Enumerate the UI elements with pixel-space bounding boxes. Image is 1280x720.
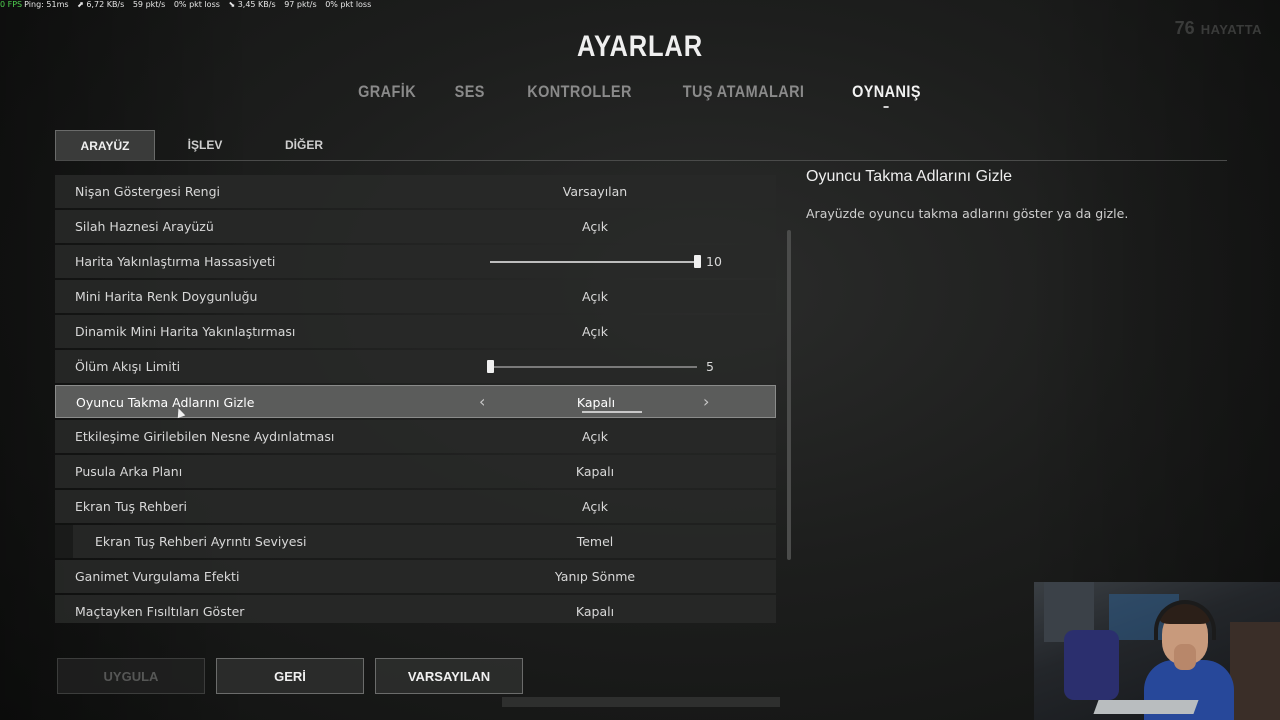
apply-button[interactable]: UYGULA — [57, 658, 205, 694]
page-title: AYARLAR — [577, 30, 703, 63]
setting-value[interactable]: Varsayılan — [495, 175, 695, 208]
setting-row[interactable]: Etkileşime Girilebilen Nesne Aydınlatmas… — [55, 420, 776, 453]
setting-value[interactable]: Açık — [495, 210, 695, 243]
setting-label: Nişan Göstergesi Rengi — [75, 184, 220, 199]
setting-label: Mini Harita Renk Doygunluğu — [75, 289, 258, 304]
setting-value[interactable]: Açık — [495, 315, 695, 348]
slider-thumb[interactable] — [694, 255, 701, 268]
download-rate: ⬊ 3,45 KB/s — [228, 0, 276, 9]
settings-scrollbar[interactable] — [787, 230, 791, 560]
setting-row[interactable]: Dinamik Mini Harita Yakınlaştırması Açık — [55, 315, 776, 348]
setting-value[interactable]: Yanıp Sönme — [495, 560, 695, 593]
setting-row-nested[interactable]: Ekran Tuş Rehberi Ayrıntı Seviyesi Temel — [55, 525, 776, 558]
tab-sound[interactable]: SES — [454, 82, 484, 102]
setting-label: Dinamik Mini Harita Yakınlaştırması — [75, 324, 296, 339]
download-packets: 97 pkt/s — [284, 0, 317, 9]
setting-label: Ganimet Vurgulama Efekti — [75, 569, 240, 584]
setting-label: Ekran Tuş Rehberi Ayrıntı Seviyesi — [95, 534, 307, 549]
death-feed-limit-slider[interactable] — [487, 360, 697, 373]
setting-value[interactable]: Kapalı — [495, 455, 695, 488]
setting-row[interactable]: Silah Haznesi Arayüzü Açık — [55, 210, 776, 243]
horizontal-scrollbar[interactable] — [502, 697, 780, 707]
setting-row[interactable]: Mini Harita Renk Doygunluğu Açık — [55, 280, 776, 313]
setting-value[interactable]: Kapalı — [496, 386, 696, 419]
value-indicator — [582, 411, 642, 413]
slider-fill — [490, 261, 697, 263]
slider-thumb[interactable] — [487, 360, 494, 373]
tab-graphics[interactable]: GRAFİK — [358, 82, 416, 102]
setting-label: Ekran Tuş Rehberi — [75, 499, 187, 514]
ping-readout: Ping: 51ms — [24, 0, 69, 9]
setting-label: Maçtayken Fısıltıları Göster — [75, 604, 245, 619]
tab-controls[interactable]: KONTROLLER — [528, 82, 633, 102]
setting-value[interactable]: Kapalı — [495, 595, 695, 623]
setting-value[interactable]: Temel — [495, 525, 695, 558]
description-text: Arayüzde oyuncu takma adlarını göster ya… — [806, 206, 1129, 221]
subtab-function[interactable]: İŞLEV — [155, 130, 255, 160]
setting-label: Oyuncu Takma Adlarını Gizle — [76, 395, 255, 410]
settings-list: Nişan Göstergesi Rengi Varsayılan Silah … — [55, 172, 776, 623]
setting-row[interactable]: Ganimet Vurgulama Efekti Yanıp Sönme — [55, 560, 776, 593]
setting-label: Harita Yakınlaştırma Hassasiyeti — [75, 254, 276, 269]
main-tab-bar: GRAFİK SES KONTROLLER TUŞ ATAMALARI OYNA… — [0, 82, 1280, 108]
alive-counter: 76 HAYATTA — [1175, 18, 1262, 39]
subtab-interface[interactable]: ARAYÜZ — [55, 130, 155, 160]
tab-keybindings[interactable]: TUŞ ATAMALARI — [683, 82, 805, 102]
setting-label: Etkileşime Girilebilen Nesne Aydınlatmas… — [75, 429, 335, 444]
upload-loss: 0% pkt loss — [173, 0, 220, 9]
subtab-other[interactable]: DİĞER — [254, 130, 354, 160]
back-button[interactable]: GERİ — [216, 658, 364, 694]
download-loss: 0% pkt loss — [325, 0, 372, 9]
setting-label: Silah Haznesi Arayüzü — [75, 219, 214, 234]
alive-label: HAYATTA — [1200, 22, 1262, 37]
description-title: Oyuncu Takma Adlarını Gizle — [806, 168, 1013, 185]
setting-row[interactable]: Harita Yakınlaştırma Hassasiyeti 10 — [55, 245, 776, 278]
fps-counter: 0 FPS — [0, 0, 23, 9]
setting-label: Pusula Arka Planı — [75, 464, 183, 479]
webcam-overlay — [1034, 582, 1280, 720]
setting-row-selected[interactable]: Oyuncu Takma Adlarını Gizle ‹ Kapalı › — [55, 385, 776, 418]
chevron-right-icon[interactable]: › — [703, 386, 709, 417]
slider-value: 10 — [706, 254, 722, 269]
setting-label: Ölüm Akışı Limiti — [75, 359, 181, 374]
tab-gameplay[interactable]: OYNANIŞ — [853, 82, 922, 108]
setting-value[interactable]: Açık — [495, 420, 695, 453]
setting-row[interactable]: Ekran Tuş Rehberi Açık — [55, 490, 776, 523]
defaults-button[interactable]: VARSAYILAN — [375, 658, 523, 694]
setting-row[interactable]: Maçtayken Fısıltıları Göster Kapalı — [55, 595, 776, 623]
setting-row[interactable]: Pusula Arka Planı Kapalı — [55, 455, 776, 488]
setting-row[interactable]: Ölüm Akışı Limiti 5 — [55, 350, 776, 383]
chevron-left-icon[interactable]: ‹ — [479, 386, 485, 417]
setting-value[interactable]: Açık — [495, 280, 695, 313]
slider-value: 5 — [706, 359, 714, 374]
setting-value[interactable]: Açık — [495, 490, 695, 523]
upload-packets: 59 pkt/s — [132, 0, 166, 9]
sub-tab-bar: ARAYÜZ İŞLEV DİĞER — [55, 130, 1227, 161]
zoom-sensitivity-slider[interactable] — [490, 255, 701, 268]
upload-rate: ⬈ 6,72 KB/s — [77, 0, 125, 9]
network-stats-overlay: 0 FPS Ping: 51ms ⬈ 6,72 KB/s 59 pkt/s 0% … — [0, 0, 377, 12]
setting-row[interactable]: Nişan Göstergesi Rengi Varsayılan — [55, 175, 776, 208]
